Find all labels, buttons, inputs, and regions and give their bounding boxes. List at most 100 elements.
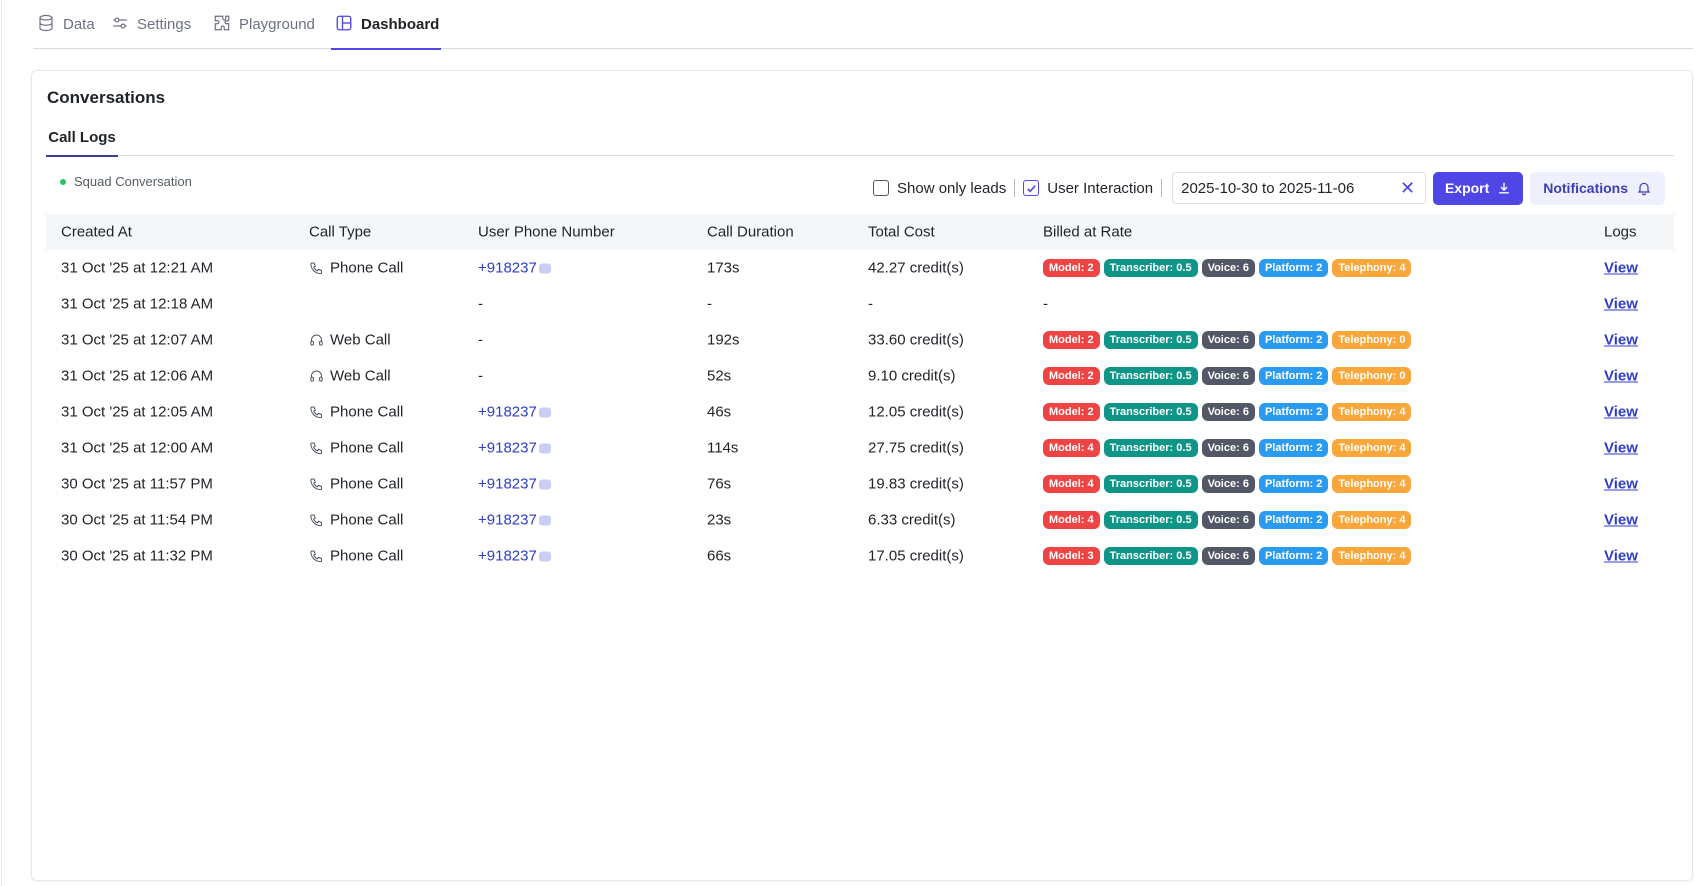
phone-cell[interactable]: +918237 <box>478 260 551 277</box>
phone-cell[interactable]: +918237 <box>478 548 551 565</box>
call-type-label: Phone Call <box>330 511 404 529</box>
conversations-card: Conversations Call Logs Squad Conversati… <box>31 70 1693 881</box>
created-at: 31 Oct '25 at 12:06 AM <box>61 367 214 385</box>
export-button[interactable]: Export <box>1433 171 1524 205</box>
created-at: 31 Oct '25 at 12:18 AM <box>61 295 214 313</box>
header-duration[interactable]: Call Duration <box>707 224 794 241</box>
model-rate-badge: Model: 4 <box>1043 475 1100 493</box>
user-interaction-label: User Interaction <box>1047 179 1154 197</box>
billed-rate: Model: 2 Transcriber: 0.5 Voice: 6 Platform… <box>1043 331 1412 349</box>
redacted-digits <box>538 443 551 454</box>
table-row: 31 Oct '25 at 12:00 AM Phone Call +918237 1… <box>46 430 1674 466</box>
total-cost: 9.10 credit(s) <box>868 367 956 385</box>
phone-number[interactable]: +918237 <box>478 440 537 457</box>
voice-rate-badge: Voice: 6 <box>1201 403 1255 421</box>
phone-number[interactable]: +918237 <box>478 476 537 493</box>
billed-rate: Model: 2 Transcriber: 0.5 Voice: 6 Platform… <box>1043 403 1412 421</box>
database-icon <box>37 14 55 36</box>
view-logs-link[interactable]: View <box>1604 332 1638 349</box>
call-duration: 66s <box>707 547 732 565</box>
header-cost[interactable]: Total Cost <box>868 224 935 241</box>
created-at: 30 Oct '25 at 11:54 PM <box>61 511 213 529</box>
platform-rate-badge: Platform: 2 <box>1258 259 1329 277</box>
phone-number: - <box>478 331 483 349</box>
phone-number[interactable]: +918237 <box>478 512 537 529</box>
left-divider <box>1 0 2 886</box>
toolbar: Show only leads User Interaction 2025-10… <box>873 171 1666 205</box>
phone-number[interactable]: +918237 <box>478 548 537 565</box>
table-header: Created At Call Type User Phone Number C… <box>46 214 1674 250</box>
total-cost: 17.05 credit(s) <box>868 547 964 565</box>
tab-data[interactable]: Data <box>37 0 95 49</box>
notifications-button[interactable]: Notifications <box>1530 171 1666 205</box>
model-rate-badge: Model: 2 <box>1043 331 1100 349</box>
table-row: 31 Oct '25 at 12:21 AM Phone Call +918237 1… <box>46 250 1674 286</box>
call-type: Phone Call <box>309 440 403 457</box>
call-duration: 23s <box>707 511 732 529</box>
phone-cell[interactable]: +918237 <box>478 512 551 529</box>
phone-number: - <box>478 367 483 385</box>
redacted-digits <box>538 479 551 490</box>
call-logs-table: Created At Call Type User Phone Number C… <box>46 214 1674 574</box>
call-type-label: Phone Call <box>330 259 404 277</box>
squad-conversation-indicator: Squad Conversation <box>60 174 192 189</box>
model-rate-badge: Model: 2 <box>1043 367 1100 385</box>
date-range-value: 2025-10-30 to 2025-11-06 <box>1181 179 1355 197</box>
total-cost: 33.60 credit(s) <box>868 331 964 349</box>
phone-number[interactable]: +918237 <box>478 404 537 421</box>
header-call-type[interactable]: Call Type <box>309 224 371 241</box>
tab-playground[interactable]: Playground <box>213 0 315 49</box>
clear-date-icon[interactable]: ✕ <box>1400 179 1415 197</box>
voice-rate-badge: Voice: 6 <box>1201 511 1255 529</box>
total-cost: 27.75 credit(s) <box>868 439 964 457</box>
table-body: 31 Oct '25 at 12:21 AM Phone Call +918237 1… <box>46 250 1674 574</box>
tab-call-logs[interactable]: Call Logs <box>46 118 118 157</box>
view-logs-link[interactable]: View <box>1604 368 1638 385</box>
phone-cell[interactable]: +918237 <box>478 404 551 421</box>
view-logs-link[interactable]: View <box>1604 548 1638 565</box>
view-logs-link[interactable]: View <box>1604 296 1638 313</box>
call-type-label: Phone Call <box>330 403 404 421</box>
header-logs[interactable]: Logs <box>1604 224 1637 241</box>
phone-icon <box>309 261 324 276</box>
call-duration: 173s <box>707 259 740 277</box>
phone-cell[interactable]: +918237 <box>478 476 551 493</box>
divider <box>1161 179 1163 197</box>
phone-cell[interactable]: +918237 <box>478 440 551 457</box>
total-cost: 6.33 credit(s) <box>868 511 956 529</box>
call-type-label: Phone Call <box>330 475 404 493</box>
view-logs-link[interactable]: View <box>1604 512 1638 529</box>
platform-rate-badge: Platform: 2 <box>1258 475 1329 493</box>
phone-number[interactable]: +918237 <box>478 260 537 277</box>
created-at: 30 Oct '25 at 11:57 PM <box>61 475 213 493</box>
view-logs-link[interactable]: View <box>1604 404 1638 421</box>
voice-rate-badge: Voice: 6 <box>1201 259 1255 277</box>
transcriber-rate-badge: Transcriber: 0.5 <box>1103 403 1198 421</box>
view-logs-link[interactable]: View <box>1604 476 1638 493</box>
call-type: Phone Call <box>309 548 403 565</box>
sliders-icon <box>111 14 129 36</box>
created-at: 30 Oct '25 at 11:32 PM <box>61 547 213 565</box>
header-rate[interactable]: Billed at Rate <box>1043 224 1132 241</box>
header-phone[interactable]: User Phone Number <box>478 224 615 241</box>
notifications-label: Notifications <box>1543 180 1629 196</box>
view-logs-link[interactable]: View <box>1604 260 1638 277</box>
date-range-picker[interactable]: 2025-10-30 to 2025-11-06 ✕ <box>1172 172 1427 204</box>
phone-icon <box>309 477 324 492</box>
user-interaction-checkbox[interactable]: User Interaction <box>1023 180 1153 197</box>
view-logs-link[interactable]: View <box>1604 440 1638 457</box>
show-only-leads-checkbox[interactable]: Show only leads <box>873 180 1006 197</box>
transcriber-rate-badge: Transcriber: 0.5 <box>1103 475 1198 493</box>
checkbox-box-checked[interactable] <box>1023 180 1040 196</box>
header-created-at[interactable]: Created At <box>61 224 132 241</box>
table-row: 31 Oct '25 at 12:07 AM Web Call - 192s 33.60… <box>46 322 1674 358</box>
subtabs: Call Logs <box>46 118 1674 157</box>
platform-rate-badge: Platform: 2 <box>1258 403 1329 421</box>
redacted-digits <box>538 407 551 418</box>
tab-settings[interactable]: Settings <box>111 0 191 49</box>
phone-icon <box>309 405 324 420</box>
check-icon <box>1026 184 1036 192</box>
tab-dashboard[interactable]: Dashboard <box>330 0 442 50</box>
checkbox-box[interactable] <box>873 180 889 196</box>
status-dot <box>60 178 66 185</box>
